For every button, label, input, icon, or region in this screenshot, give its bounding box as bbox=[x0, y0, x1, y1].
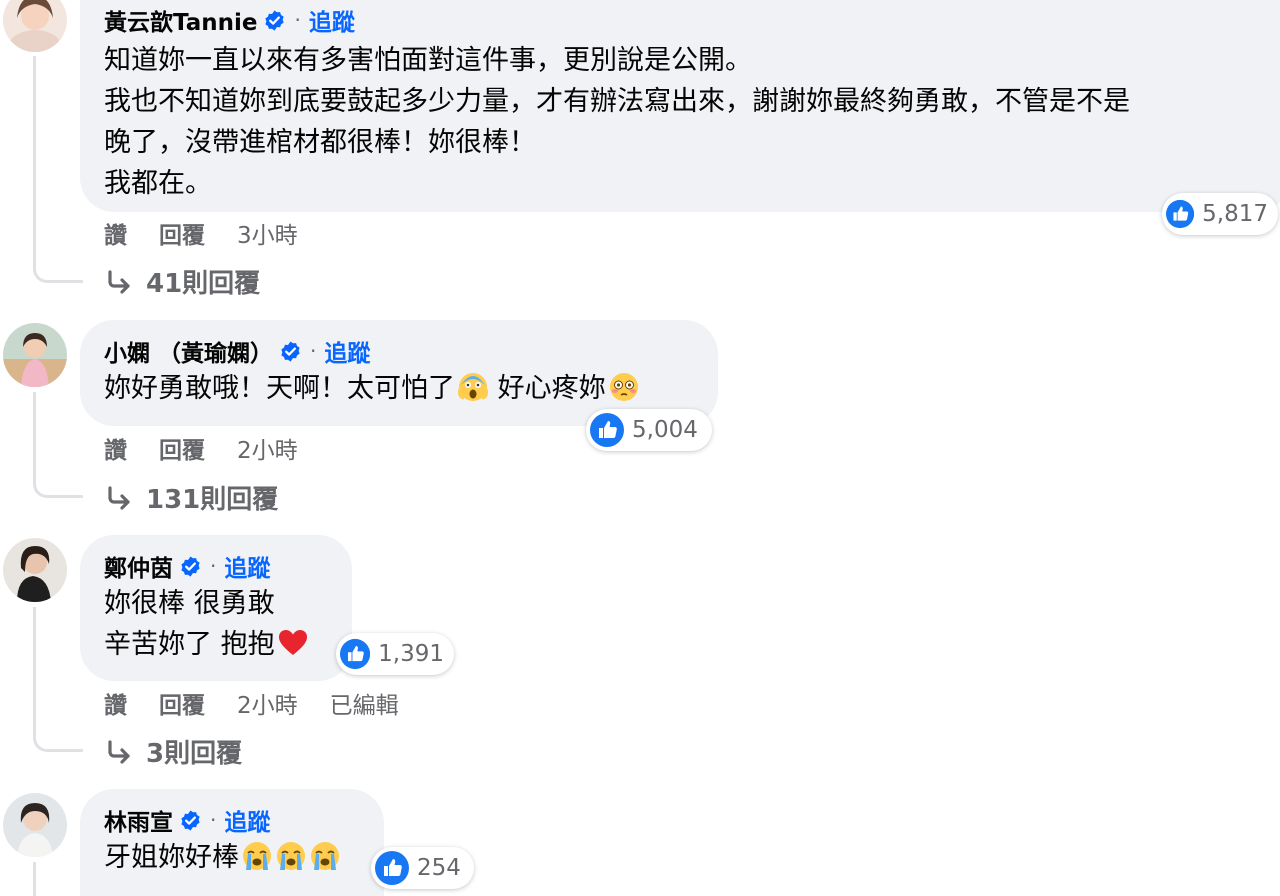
view-replies-button[interactable]: 131則回覆 bbox=[104, 479, 278, 516]
comment-text-line: 牙姐妳好棒 bbox=[104, 837, 360, 878]
verified-badge-icon bbox=[281, 340, 300, 362]
comment-timestamp[interactable]: 2小時 bbox=[237, 686, 298, 720]
view-replies-label: 3則回覆 bbox=[146, 739, 243, 769]
view-replies-button[interactable]: 3則回覆 bbox=[104, 733, 242, 770]
like-button[interactable]: 讚 bbox=[104, 686, 127, 720]
loudly-crying-face-emoji bbox=[311, 842, 339, 870]
avatar[interactable] bbox=[3, 0, 67, 52]
comment-text-line: 晚了，沒帶進棺材都很棒！妳很棒！ bbox=[104, 127, 536, 158]
reply-button[interactable]: 回覆 bbox=[159, 431, 205, 465]
thread-connector bbox=[33, 862, 83, 896]
comment-text-line: 我也不知道妳到底要鼓起多少力量，才有辦法寫出來，謝謝妳最終夠勇敢，不管是不是 bbox=[104, 86, 1130, 117]
comment-actions: 讚 回覆 2小時 已編輯 bbox=[104, 686, 399, 720]
view-replies-label: 131則回覆 bbox=[146, 485, 279, 515]
reply-arrow-icon bbox=[108, 739, 130, 764]
reaction-summary[interactable]: 5,817 bbox=[1162, 193, 1278, 235]
comment-text-line: 知道妳一直以來有多害怕面對這件事，更別說是公開。 bbox=[104, 45, 752, 76]
like-reaction-icon bbox=[1166, 199, 1195, 229]
reply-button[interactable]: 回覆 bbox=[159, 686, 205, 720]
author-name[interactable]: 鄭仲茵 bbox=[104, 549, 173, 583]
thread-connector bbox=[33, 607, 83, 752]
thread-connector bbox=[33, 56, 83, 283]
follow-button[interactable]: 追蹤 bbox=[309, 3, 355, 37]
like-reaction-icon bbox=[340, 638, 371, 670]
separator-dot: · bbox=[294, 8, 301, 32]
author-name[interactable]: 林雨宣 bbox=[104, 803, 173, 837]
red-heart-emoji bbox=[278, 630, 307, 655]
comment-text-line: 辛苦妳了 抱抱 bbox=[104, 624, 328, 665]
view-replies-button[interactable]: 41則回覆 bbox=[104, 263, 260, 300]
comment-text-line: 妳很棒 很勇敢 bbox=[104, 588, 275, 619]
like-reaction-icon bbox=[375, 851, 409, 885]
edited-label: 已編輯 bbox=[329, 693, 399, 719]
reply-arrow-icon bbox=[108, 485, 130, 510]
comment-bubble: 黃云歆Tannie · 追蹤 知道妳一直以來有多害怕面對這件事，更別說是公開。 … bbox=[80, 0, 1280, 212]
reaction-summary[interactable]: 5,004 bbox=[586, 409, 712, 451]
loudly-crying-face-emoji bbox=[243, 842, 271, 870]
separator-dot: · bbox=[310, 339, 317, 363]
reaction-count: 254 bbox=[417, 855, 461, 881]
reaction-count: 5,817 bbox=[1202, 201, 1268, 227]
avatar[interactable] bbox=[3, 538, 67, 602]
comment-bubble: 林雨宣 · 追蹤 牙姐妳好棒 bbox=[80, 789, 384, 896]
follow-button[interactable]: 追蹤 bbox=[324, 334, 370, 368]
author-name[interactable]: 小嫻 （黃瑜嫻） bbox=[104, 334, 273, 368]
like-reaction-icon bbox=[590, 413, 624, 447]
author-name[interactable]: 黃云歆Tannie bbox=[104, 3, 257, 37]
comment-actions: 讚 回覆 2小時 bbox=[104, 431, 298, 465]
comment-header: 黃云歆Tannie · 追蹤 bbox=[104, 0, 1266, 40]
comment-header: 林雨宣 · 追蹤 bbox=[104, 803, 360, 837]
view-replies-label: 41則回覆 bbox=[146, 269, 261, 299]
reaction-count: 1,391 bbox=[378, 641, 444, 667]
separator-dot: · bbox=[210, 554, 217, 578]
avatar[interactable] bbox=[3, 793, 67, 857]
like-button[interactable]: 讚 bbox=[104, 216, 127, 250]
separator-dot: · bbox=[210, 808, 217, 832]
reaction-summary[interactable]: 254 bbox=[371, 847, 474, 889]
comment-text-line: 我都在。 bbox=[104, 168, 212, 199]
comment-text: 辛苦妳了 抱抱 bbox=[104, 629, 275, 660]
reaction-summary[interactable]: 1,391 bbox=[336, 633, 454, 675]
comment-timestamp[interactable]: 3小時 bbox=[237, 216, 298, 250]
like-button[interactable]: 讚 bbox=[104, 431, 127, 465]
reaction-count: 5,004 bbox=[632, 417, 698, 443]
comment-bubble: 鄭仲茵 · 追蹤 妳很棒 很勇敢 辛苦妳了 抱抱 bbox=[80, 535, 352, 681]
screaming-face-emoji bbox=[458, 373, 488, 401]
comment-text: 妳好勇敢哦！天啊！太可怕了 bbox=[104, 373, 455, 404]
thread-connector bbox=[33, 392, 83, 498]
comment-header: 鄭仲茵 · 追蹤 bbox=[104, 549, 328, 583]
comment-actions: 讚 回覆 3小時 bbox=[104, 216, 298, 250]
comment-text-line: 妳好勇敢哦！天啊！太可怕了 好心疼妳 bbox=[104, 368, 694, 409]
verified-badge-icon bbox=[265, 9, 285, 31]
avatar[interactable] bbox=[3, 323, 67, 387]
follow-button[interactable]: 追蹤 bbox=[224, 549, 270, 583]
comment-header: 小嫻 （黃瑜嫻） · 追蹤 bbox=[104, 334, 694, 368]
comment-text: 牙姐妳好棒 bbox=[104, 842, 239, 873]
reply-arrow-icon bbox=[108, 269, 130, 294]
verified-badge-icon bbox=[181, 809, 200, 831]
comment-text: 好心疼妳 bbox=[489, 373, 606, 404]
reply-button[interactable]: 回覆 bbox=[159, 216, 205, 250]
comment-timestamp[interactable]: 2小時 bbox=[237, 431, 298, 465]
verified-badge-icon bbox=[181, 555, 200, 577]
follow-button[interactable]: 追蹤 bbox=[224, 803, 270, 837]
loudly-crying-face-emoji bbox=[277, 842, 305, 870]
flushed-face-emoji bbox=[609, 373, 638, 401]
